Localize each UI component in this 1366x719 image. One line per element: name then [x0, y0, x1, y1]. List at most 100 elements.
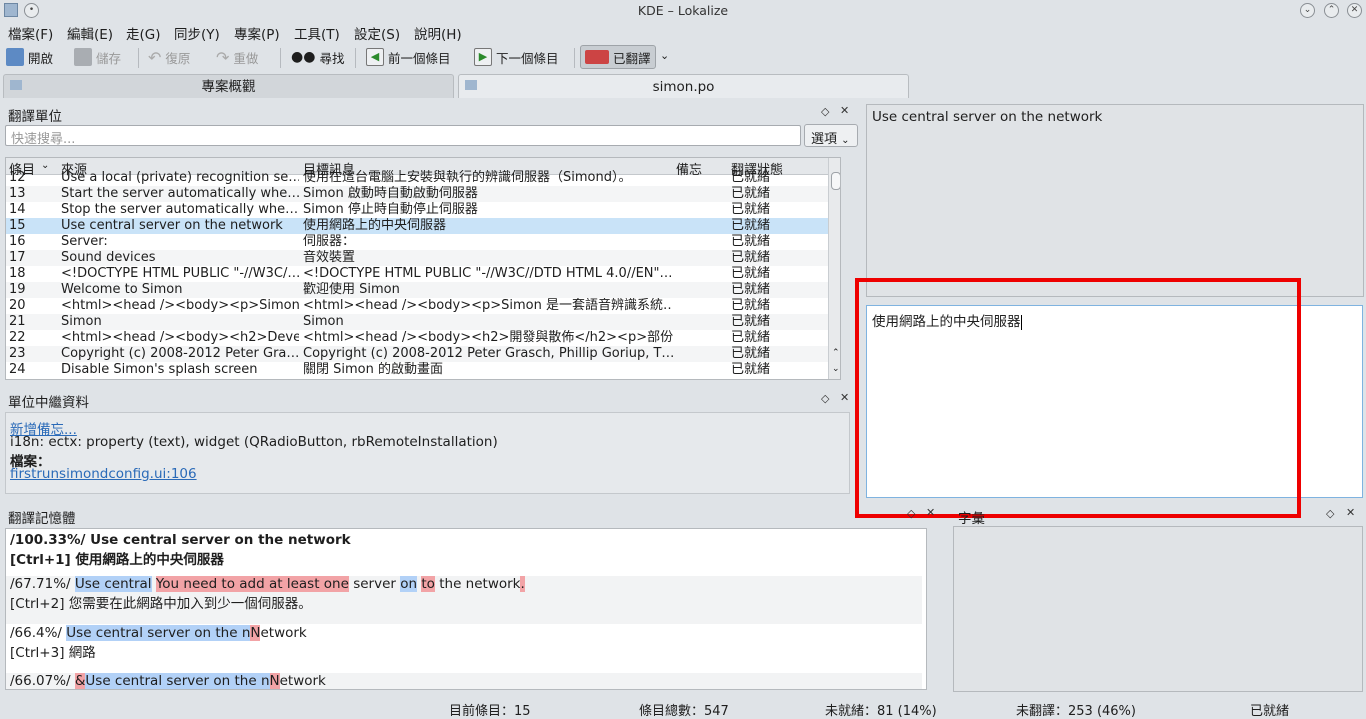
- menu-edit[interactable]: 編輯(E): [67, 23, 113, 43]
- menu-settings[interactable]: 設定(S): [354, 23, 400, 43]
- close-panel-icon[interactable]: ✕: [1346, 506, 1355, 519]
- cell-src: <html><head /><body><p>Simon i…: [61, 298, 299, 313]
- metadata-box: 新增備忘... i18n: ectx: property (text), wid…: [5, 412, 850, 494]
- cell-st: 已就緒: [731, 330, 771, 345]
- undo-icon: ↶: [148, 47, 162, 67]
- title-bar: • KDE – Lokalize ⌄ ⌃ ✕: [0, 0, 1366, 21]
- close-icon[interactable]: ✕: [1347, 3, 1362, 18]
- scrollbar-thumb[interactable]: [831, 172, 840, 190]
- table-row[interactable]: 21 Simon Simon 已就緒: [6, 314, 840, 330]
- approved-toggle[interactable]: 已翻譯: [580, 45, 656, 69]
- maximize-icon[interactable]: ⌃: [1324, 3, 1339, 18]
- table-row[interactable]: 22 <html><head /><body><h2>Devel… <html><h…: [6, 330, 840, 346]
- cell-tgt: Simon: [303, 314, 344, 329]
- save-button[interactable]: 儲存: [70, 45, 125, 69]
- cell-n: 13: [9, 186, 26, 201]
- menu-tools[interactable]: 工具(T): [294, 23, 340, 43]
- cell-src: Start the server automatically whe…: [61, 186, 299, 201]
- tm-match-1[interactable]: /100.33%/ Use central server on the netw…: [6, 532, 922, 568]
- cell-tgt: <!DOCTYPE HTML PUBLIC "-//W3C//DTD HTML …: [303, 266, 673, 281]
- cell-src: Welcome to Simon: [61, 282, 183, 297]
- cell-src: Sound devices: [61, 250, 156, 265]
- binoculars-icon: ●●: [291, 49, 316, 65]
- window-title: KDE – Lokalize: [637, 3, 729, 18]
- tm-panel-title: 翻譯記憶體: [8, 511, 76, 527]
- table-row[interactable]: 23 Copyright (c) 2008-2012 Peter Gra… Copy…: [6, 346, 840, 362]
- cell-st: 已就緒: [731, 346, 771, 361]
- status-untranslated: 未翻譯：253 (46%): [1016, 704, 1136, 719]
- table-row[interactable]: 13 Start the server automatically whe… Sim…: [6, 186, 840, 202]
- scroll-down-icon[interactable]: ⌄: [832, 364, 840, 374]
- table-row[interactable]: 24 Disable Simon's splash screen 關閉 Simon …: [6, 362, 840, 378]
- table-row[interactable]: 20 <html><head /><body><p>Simon i… <html><…: [6, 298, 840, 314]
- cell-st: 已就緒: [731, 314, 771, 329]
- cell-src: Server:: [61, 234, 108, 249]
- cell-n: 22: [9, 330, 26, 345]
- menu-go[interactable]: 走(G): [126, 23, 161, 43]
- table-row[interactable]: 15 Use central server on the network 使用網路上…: [6, 218, 840, 234]
- table-row[interactable]: 14 Stop the server automatically whe… Simo…: [6, 202, 840, 218]
- tm-match-3[interactable]: /66.4%/ Use central server on the nNetwo…: [6, 625, 922, 661]
- table-row[interactable]: 12 Use a local (private) recognition se… 使…: [6, 170, 840, 186]
- metadata-panel-title: 單位中繼資料: [8, 395, 89, 411]
- table-row[interactable]: 17 Sound devices 音效裝置 已就緒: [6, 250, 840, 266]
- menu-file[interactable]: 檔案(F): [8, 23, 53, 43]
- cell-src: <html><head /><body><h2>Devel…: [61, 330, 299, 345]
- quick-search-input[interactable]: 快速搜尋...: [5, 125, 801, 147]
- table-row[interactable]: 18 <!DOCTYPE HTML PUBLIC "-//W3C/… <!DOCTY…: [6, 266, 840, 282]
- cell-st: 已就緒: [731, 234, 771, 249]
- options-button[interactable]: 選項 ⌄: [804, 124, 858, 147]
- cell-n: 19: [9, 282, 26, 297]
- cell-st: 已就緒: [731, 186, 771, 201]
- close-panel-icon[interactable]: ✕: [926, 506, 935, 519]
- cell-st: 已就緒: [731, 282, 771, 297]
- cell-src: Disable Simon's splash screen: [61, 362, 258, 377]
- source-text-view: Use central server on the network: [866, 104, 1364, 297]
- next-entry-button[interactable]: ▶ 下一個條目: [470, 45, 563, 69]
- tab-project-overview[interactable]: 專案概觀: [3, 74, 454, 98]
- prev-icon: ◀: [366, 48, 384, 66]
- file-link[interactable]: firstrunsimondconfig.ui:106: [10, 466, 197, 482]
- cell-src: Use central server on the network: [61, 218, 283, 233]
- cell-st: 已就緒: [731, 170, 771, 185]
- folder-open-icon: [6, 48, 24, 66]
- float-icon[interactable]: ◇: [1326, 507, 1334, 520]
- cell-tgt: <html><head /><body><p>Simon 是一套語音辨識系統…: [303, 298, 673, 313]
- chevron-down-icon[interactable]: ⌄: [660, 49, 669, 62]
- float-icon[interactable]: ◇: [907, 507, 915, 520]
- glossary-panel-title: 字彙: [958, 511, 985, 527]
- tab-bar: 專案概觀 simon.po: [0, 72, 1366, 98]
- close-panel-icon[interactable]: ✕: [840, 391, 849, 404]
- float-icon[interactable]: ◇: [821, 392, 829, 405]
- cell-n: 24: [9, 362, 26, 377]
- toolbar-separator: [574, 48, 575, 68]
- cell-n: 23: [9, 346, 26, 361]
- redo-button[interactable]: ↷ 重做: [212, 45, 262, 69]
- find-button[interactable]: ●● 尋找: [287, 45, 348, 69]
- minimize-icon[interactable]: ⌄: [1300, 3, 1315, 18]
- scroll-up-icon[interactable]: ⌃: [832, 348, 840, 358]
- undo-button[interactable]: ↶ 復原: [144, 45, 194, 69]
- cell-st: 已就緒: [731, 202, 771, 217]
- close-panel-icon[interactable]: ✕: [840, 104, 849, 117]
- table-row[interactable]: 16 Server: 伺服器： 已就緒: [6, 234, 840, 250]
- float-icon[interactable]: ◇: [821, 105, 829, 118]
- menu-project[interactable]: 專案(P): [234, 23, 280, 43]
- highlight-box: [855, 278, 1301, 518]
- cell-tgt: <html><head /><body><h2>開發與散佈</h2><p>部份…: [303, 330, 673, 345]
- tab-icon: [10, 80, 22, 90]
- tm-match-2[interactable]: /67.71%/ Use central You need to add at …: [6, 576, 922, 624]
- menu-sync[interactable]: 同步(Y): [174, 23, 220, 43]
- tm-match-4[interactable]: /66.07%/ &Use central server on the nNet…: [6, 673, 922, 689]
- table-row[interactable]: 19 Welcome to Simon 歡迎使用 Simon 已就緒: [6, 282, 840, 298]
- chevron-down-icon: ⌄: [841, 135, 850, 146]
- table-scrollbar[interactable]: ⌃ ⌄: [828, 158, 840, 379]
- cell-tgt: 使用在這台電腦上安裝與執行的辨識伺服器（Simond）。: [303, 170, 632, 185]
- cell-src: <!DOCTYPE HTML PUBLIC "-//W3C/…: [61, 266, 299, 281]
- prev-entry-button[interactable]: ◀ 前一個條目: [362, 45, 455, 69]
- open-button[interactable]: 開啟: [2, 45, 57, 69]
- cell-tgt: Simon 啟動時自動啟動伺服器: [303, 186, 478, 201]
- menu-help[interactable]: 說明(H): [414, 23, 462, 43]
- tab-simon-po[interactable]: simon.po: [458, 74, 909, 98]
- status-bar: 目前條目：15 條目總數：547 未就緒：81 (14%) 未翻譯：253 (4…: [0, 697, 1366, 719]
